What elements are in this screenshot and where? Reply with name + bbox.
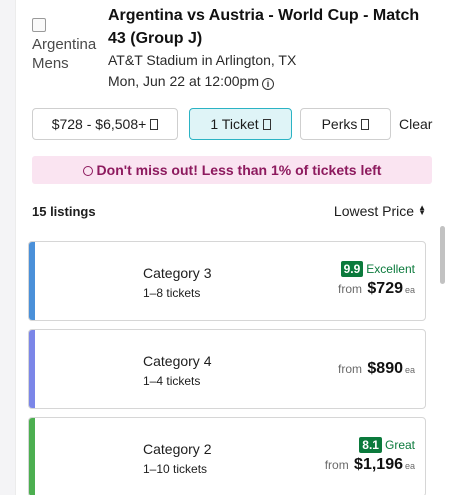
listing-price-row: from $1,196 ea xyxy=(325,456,415,474)
listing-rating: 8.1 Great xyxy=(359,437,415,453)
listing-header: 15 listings Lowest Price ▲ ▼ xyxy=(32,202,432,222)
event-venue: AT&T Stadium in Arlington, TX xyxy=(108,52,297,68)
rating-label: Excellent xyxy=(366,262,415,276)
dropdown-icon xyxy=(150,119,159,130)
price-prefix: from xyxy=(338,362,363,376)
scrollbar-thumb[interactable] xyxy=(440,226,445,284)
listings-scrollbar[interactable] xyxy=(440,222,446,495)
price-unit: ea xyxy=(404,461,415,471)
listing-card[interactable]: Category 3 1–8 tickets 9.9 Excellent from… xyxy=(28,241,426,321)
price-filter-label: $728 - $6,508+ xyxy=(51,116,147,132)
event-datetime: Mon, Jun 22 at 12:00pm xyxy=(108,73,259,89)
price-prefix: from xyxy=(338,282,363,296)
broken-image-icon xyxy=(32,18,46,32)
listing-rating: 9.9 Excellent xyxy=(340,261,415,277)
listing-category: Category 2 xyxy=(143,441,212,457)
category-color-stripe xyxy=(29,418,35,495)
clear-filters-button[interactable]: Clear xyxy=(399,108,432,140)
listing-ticket-range: 1–4 tickets xyxy=(143,374,201,388)
info-icon[interactable]: i xyxy=(262,78,274,90)
price-filter-button[interactable]: $728 - $6,508+ xyxy=(32,108,178,140)
listing-price: $1,196 xyxy=(354,456,403,473)
event-image: Argentina Mens xyxy=(32,16,98,76)
listing-category: Category 3 xyxy=(143,265,212,281)
listing-price: $890 xyxy=(367,360,403,377)
price-unit: ea xyxy=(404,365,415,375)
listing-category: Category 4 xyxy=(143,353,212,369)
perks-filter-label: Perks xyxy=(321,116,358,132)
dropdown-icon xyxy=(262,119,271,130)
event-header: Argentina Mens Argentina vs Austria - Wo… xyxy=(32,0,442,100)
listing-card[interactable]: Category 2 1–10 tickets 8.1 Great from $1… xyxy=(28,417,426,495)
listing-ticket-range: 1–8 tickets xyxy=(143,286,201,300)
left-frame-edge xyxy=(0,0,16,495)
perks-filter-button[interactable]: Perks xyxy=(300,108,391,140)
listing-price-row: from $890 ea xyxy=(338,360,415,378)
filter-bar: $728 - $6,508+ 1 Ticket Perks Clear xyxy=(32,108,456,140)
category-color-stripe xyxy=(29,330,35,408)
clock-icon xyxy=(82,166,93,176)
price-unit: ea xyxy=(404,285,415,295)
listing-card[interactable]: Category 4 1–4 tickets from $890 ea xyxy=(28,329,426,409)
alert-message: Don't miss out! Less than 1% of tickets … xyxy=(96,162,382,178)
event-title: Argentina vs Austria - World Cup - Match… xyxy=(108,7,420,47)
listing-price-row: from $729 ea xyxy=(338,280,415,298)
sort-label: Lowest Price xyxy=(333,203,415,219)
sort-dropdown[interactable]: Lowest Price ▲ ▼ xyxy=(334,203,426,219)
quantity-filter-label: 1 Ticket xyxy=(210,116,259,132)
scarcity-alert: Don't miss out! Less than 1% of tickets … xyxy=(32,156,432,184)
listing-ticket-range: 1–10 tickets xyxy=(143,462,208,476)
rating-score: 9.9 xyxy=(340,261,364,277)
dropdown-icon xyxy=(361,119,370,130)
quantity-filter-button[interactable]: 1 Ticket xyxy=(189,108,292,140)
event-date: Mon, Jun 22 at 12:00pm i xyxy=(108,73,274,90)
listing-count: 15 listings xyxy=(32,204,96,219)
category-color-stripe xyxy=(29,242,35,320)
rating-score: 8.1 xyxy=(359,437,382,453)
listing-price: $729 xyxy=(367,280,403,297)
rating-label: Great xyxy=(384,438,415,452)
event-image-alt: Argentina Mens xyxy=(32,36,97,72)
sort-arrows-icon: ▲ ▼ xyxy=(418,203,426,217)
price-prefix: from xyxy=(324,458,349,472)
